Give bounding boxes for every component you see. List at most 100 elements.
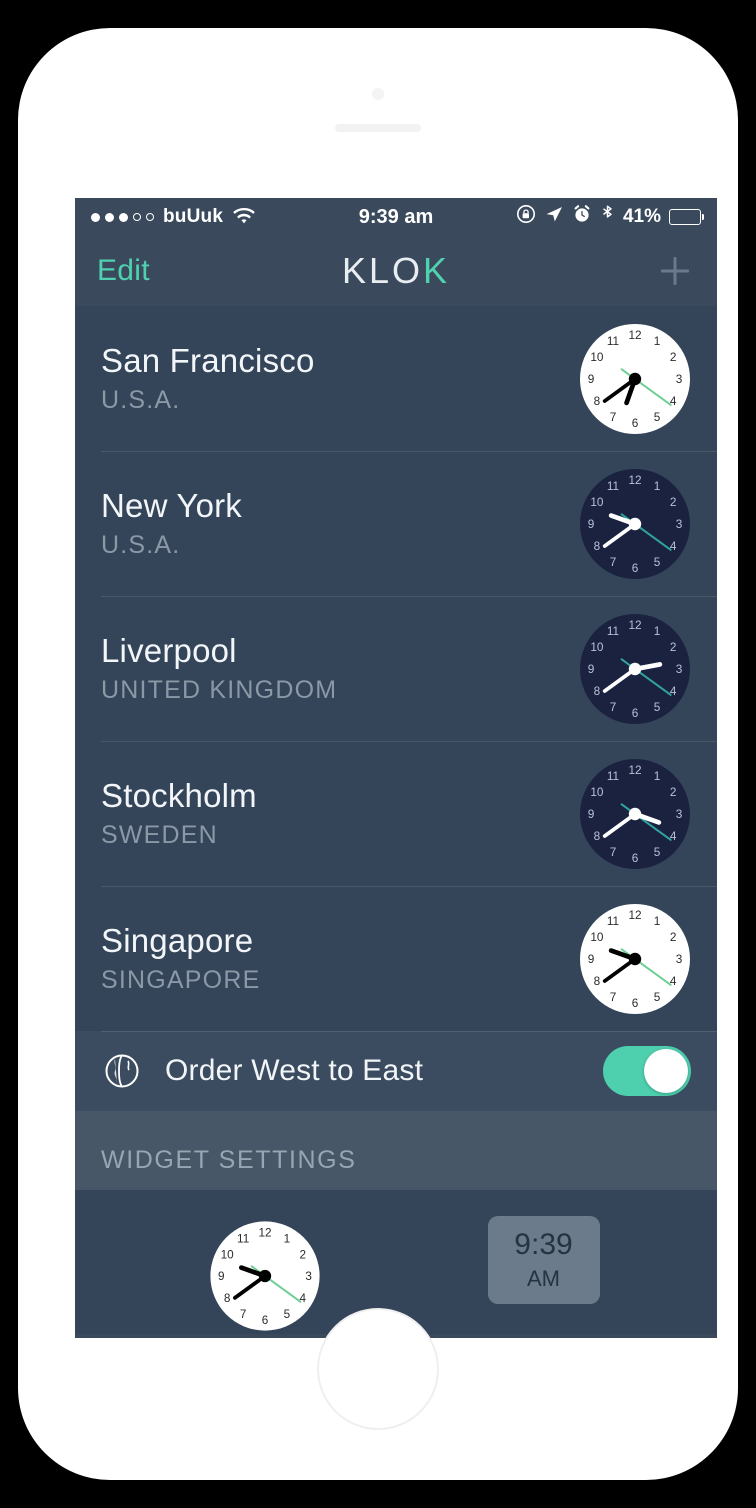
app-title: KLOK xyxy=(75,250,717,292)
svg-text:11: 11 xyxy=(607,624,619,638)
svg-text:5: 5 xyxy=(654,410,661,424)
svg-text:8: 8 xyxy=(594,974,601,988)
city-analog-clock: 1 2 3 4 5 6 7 8 9 10 11 12 xyxy=(579,468,691,580)
city-row[interactable]: New York U.S.A. 1 2 3 4 5 6 7 8 9 10 11 12 xyxy=(75,451,717,596)
svg-text:3: 3 xyxy=(676,517,683,531)
city-country: SWEDEN xyxy=(101,820,218,849)
svg-text:12: 12 xyxy=(628,763,641,777)
location-arrow-icon xyxy=(544,204,564,230)
svg-text:5: 5 xyxy=(654,700,661,714)
city-row[interactable]: Singapore SINGAPORE 1 2 3 4 5 6 7 8 9 10 11 12 xyxy=(75,886,717,1031)
svg-text:7: 7 xyxy=(239,1308,246,1321)
city-row-text: Singapore SINGAPORE xyxy=(101,922,579,995)
carrier-label: buUuk xyxy=(163,206,224,227)
city-row-text: New York U.S.A. xyxy=(101,487,579,560)
city-row[interactable]: Stockholm SWEDEN 1 2 3 4 5 6 7 8 9 10 11 12 xyxy=(75,741,717,886)
city-row[interactable]: San Francisco U.S.A. 1 2 3 4 5 6 7 8 9 10 11 12 xyxy=(75,306,717,451)
svg-text:4: 4 xyxy=(670,684,677,698)
svg-text:1: 1 xyxy=(654,479,661,493)
svg-text:10: 10 xyxy=(590,785,604,799)
svg-text:11: 11 xyxy=(607,769,619,783)
svg-text:3: 3 xyxy=(676,952,683,966)
status-bar-right: 41% xyxy=(516,204,701,230)
svg-text:7: 7 xyxy=(610,990,617,1004)
widget-digital-option[interactable]: 9:39 AM xyxy=(396,1216,691,1304)
order-toggle-label: Order West to East xyxy=(165,1054,424,1087)
status-bar-left: buUuk xyxy=(91,206,256,228)
city-analog-clock: 1 2 3 4 5 6 7 8 9 10 11 12 xyxy=(579,758,691,870)
svg-text:2: 2 xyxy=(670,930,677,944)
svg-text:12: 12 xyxy=(628,908,641,922)
svg-text:1: 1 xyxy=(283,1232,290,1245)
svg-text:11: 11 xyxy=(607,479,619,493)
city-analog-clock: 1 2 3 4 5 6 7 8 9 10 11 12 xyxy=(579,613,691,725)
order-west-to-east-row[interactable]: Order West to East xyxy=(75,1031,717,1111)
city-name: San Francisco xyxy=(101,342,315,380)
svg-text:9: 9 xyxy=(588,952,595,966)
svg-text:6: 6 xyxy=(632,706,639,720)
home-button[interactable] xyxy=(317,1308,439,1430)
svg-text:9: 9 xyxy=(588,372,595,386)
svg-text:12: 12 xyxy=(628,618,641,632)
city-country: SINGAPORE xyxy=(101,965,261,994)
svg-text:5: 5 xyxy=(654,845,661,859)
svg-text:10: 10 xyxy=(220,1248,234,1261)
svg-text:5: 5 xyxy=(654,990,661,1004)
svg-text:12: 12 xyxy=(628,473,641,487)
digital-ampm-label: AM xyxy=(527,1266,560,1291)
svg-text:1: 1 xyxy=(654,334,661,348)
edit-button[interactable]: Edit xyxy=(97,254,150,288)
svg-text:9: 9 xyxy=(588,517,595,531)
city-country: U.S.A. xyxy=(101,385,181,414)
svg-text:10: 10 xyxy=(590,930,604,944)
svg-text:3: 3 xyxy=(676,807,683,821)
svg-text:3: 3 xyxy=(305,1270,312,1283)
svg-text:8: 8 xyxy=(594,684,601,698)
widget-analog-option[interactable]: 1 2 3 4 5 6 7 8 9 10 11 12 xyxy=(101,1220,396,1331)
svg-text:8: 8 xyxy=(594,394,601,408)
svg-text:4: 4 xyxy=(670,394,677,408)
city-row-text: San Francisco U.S.A. xyxy=(101,342,579,415)
add-city-button[interactable] xyxy=(655,251,695,291)
svg-text:2: 2 xyxy=(670,640,677,654)
svg-text:7: 7 xyxy=(610,555,617,569)
bluetooth-icon xyxy=(600,204,615,230)
status-bar: buUuk 9:39 am 41% xyxy=(75,198,717,236)
city-country: UNITED KINGDOM xyxy=(101,675,338,704)
svg-text:2: 2 xyxy=(670,785,677,799)
digital-time-label: 9:39 xyxy=(514,1228,573,1261)
city-row-text: Stockholm SWEDEN xyxy=(101,777,579,850)
app-title-accent: K xyxy=(423,250,451,291)
earpiece-speaker-icon xyxy=(335,124,421,132)
svg-text:10: 10 xyxy=(590,350,604,364)
alarm-clock-icon xyxy=(572,204,592,230)
svg-text:10: 10 xyxy=(590,640,604,654)
city-name: New York xyxy=(101,487,243,525)
svg-text:6: 6 xyxy=(632,996,639,1010)
order-toggle-switch[interactable] xyxy=(603,1046,691,1096)
svg-text:12: 12 xyxy=(628,328,641,342)
svg-text:5: 5 xyxy=(654,555,661,569)
svg-text:5: 5 xyxy=(283,1308,290,1321)
wifi-icon xyxy=(232,208,256,226)
svg-text:1: 1 xyxy=(654,769,661,783)
svg-text:4: 4 xyxy=(670,829,677,843)
svg-text:2: 2 xyxy=(670,495,677,509)
svg-text:4: 4 xyxy=(670,539,677,553)
svg-text:6: 6 xyxy=(632,561,639,575)
city-row[interactable]: Liverpool UNITED KINGDOM 1 2 3 4 5 6 7 8 9 10 11 12 xyxy=(75,596,717,741)
svg-text:8: 8 xyxy=(594,829,601,843)
widget-settings-header: WIDGET SETTINGS xyxy=(75,1111,717,1189)
svg-text:2: 2 xyxy=(670,350,677,364)
svg-text:4: 4 xyxy=(299,1292,306,1305)
navigation-bar: Edit KLOK xyxy=(75,236,717,306)
city-name: Liverpool xyxy=(101,632,237,670)
city-row-text: Liverpool UNITED KINGDOM xyxy=(101,632,579,705)
svg-text:3: 3 xyxy=(676,372,683,386)
battery-icon xyxy=(669,209,701,225)
svg-text:9: 9 xyxy=(218,1270,225,1283)
svg-text:7: 7 xyxy=(610,700,617,714)
svg-text:2: 2 xyxy=(299,1248,306,1261)
svg-text:1: 1 xyxy=(654,624,661,638)
toggle-knob xyxy=(644,1049,688,1093)
